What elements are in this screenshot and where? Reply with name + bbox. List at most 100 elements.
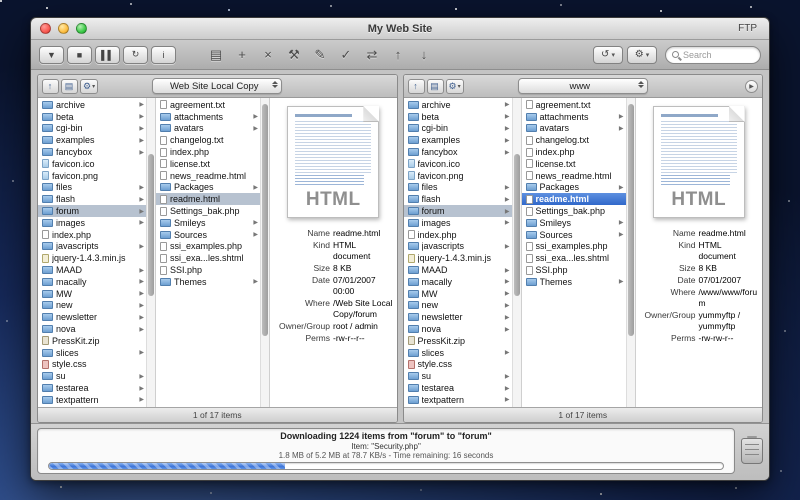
file-row[interactable]: Themes ▶: [156, 276, 260, 288]
file-row[interactable]: images ▶: [404, 217, 512, 229]
file-row[interactable]: ssi_exa...les.shtml: [156, 252, 260, 264]
file-row[interactable]: Sources ▶: [522, 229, 626, 241]
file-row[interactable]: attachments ▶: [156, 111, 260, 123]
file-row[interactable]: su ▶: [404, 370, 512, 382]
file-row[interactable]: archive ▶: [38, 99, 146, 111]
file-row[interactable]: beta ▶: [404, 111, 512, 123]
scrollbar[interactable]: [260, 98, 269, 407]
upload-arrow-button[interactable]: ↑: [42, 79, 59, 94]
stop-button[interactable]: ■: [67, 46, 92, 64]
delete-icon[interactable]: ×: [258, 45, 278, 65]
file-row[interactable]: favicon.ico: [38, 158, 146, 170]
file-row[interactable]: macally ▶: [404, 276, 512, 288]
file-row[interactable]: index.php: [156, 146, 260, 158]
file-row[interactable]: examples ▶: [404, 134, 512, 146]
file-row[interactable]: jquery-1.4.3.min.js: [404, 252, 512, 264]
file-row[interactable]: forum ▶: [404, 205, 512, 217]
file-row[interactable]: favicon.png: [38, 170, 146, 182]
file-row[interactable]: Sources ▶: [156, 229, 260, 241]
file-row[interactable]: index.php: [38, 229, 146, 241]
file-row[interactable]: javascripts ▶: [38, 241, 146, 253]
file-row[interactable]: ssi_exa...les.shtml: [522, 252, 626, 264]
search-field[interactable]: [665, 46, 761, 64]
pause-button[interactable]: ▌▌: [95, 46, 120, 64]
file-row[interactable]: cgi-bin ▶: [404, 123, 512, 135]
pane-actions-button[interactable]: ⚙▾: [80, 79, 98, 94]
file-row[interactable]: fancybox ▶: [404, 146, 512, 158]
scrollbar[interactable]: [626, 98, 635, 407]
file-row[interactable]: agreement.txt: [156, 99, 260, 111]
tasks-icon[interactable]: ✓: [336, 45, 356, 65]
history-menu-button[interactable]: ↺▾: [593, 46, 623, 64]
file-row[interactable]: files ▶: [404, 182, 512, 194]
file-row[interactable]: textpattern ▶: [404, 394, 512, 406]
file-row[interactable]: su ▶: [38, 370, 146, 382]
file-row[interactable]: Smileys ▶: [522, 217, 626, 229]
file-row[interactable]: Packages ▶: [522, 182, 626, 194]
file-row[interactable]: favicon.png: [404, 170, 512, 182]
remote-path-selector[interactable]: www: [518, 78, 648, 94]
actions-menu-button[interactable]: ⚙▾: [627, 46, 657, 64]
refresh-button[interactable]: ↻: [123, 46, 148, 64]
file-row[interactable]: news_readme.html: [522, 170, 626, 182]
scrollbar-thumb[interactable]: [262, 104, 268, 336]
file-row[interactable]: favicon.ico: [404, 158, 512, 170]
scrollbar-thumb[interactable]: [148, 154, 154, 296]
file-row[interactable]: Packages ▶: [156, 182, 260, 194]
file-row[interactable]: license.txt: [522, 158, 626, 170]
edit-icon[interactable]: ✎: [310, 45, 330, 65]
file-row[interactable]: Themes ▶: [522, 276, 626, 288]
local-path-selector[interactable]: Web Site Local Copy: [152, 78, 282, 94]
file-row[interactable]: index.php: [522, 146, 626, 158]
titlebar[interactable]: My Web Site FTP: [31, 18, 769, 40]
file-row[interactable]: SSI.php: [522, 264, 626, 276]
file-row[interactable]: MAAD ▶: [38, 264, 146, 276]
file-row[interactable]: files ▶: [38, 182, 146, 194]
file-row[interactable]: nova ▶: [38, 323, 146, 335]
file-row[interactable]: PressKit.zip: [38, 335, 146, 347]
file-row[interactable]: fancybox ▶: [38, 146, 146, 158]
file-row[interactable]: readme.html: [522, 193, 626, 205]
file-row[interactable]: forum ▶: [38, 205, 146, 217]
file-row[interactable]: attachments ▶: [522, 111, 626, 123]
search-input[interactable]: [683, 50, 754, 60]
folders-button[interactable]: ▤: [427, 79, 444, 94]
file-row[interactable]: beta ▶: [38, 111, 146, 123]
file-row[interactable]: flash ▶: [38, 193, 146, 205]
file-row[interactable]: images ▶: [38, 217, 146, 229]
file-row[interactable]: testarea ▶: [404, 382, 512, 394]
file-row[interactable]: license.txt: [156, 158, 260, 170]
file-row[interactable]: index.php: [404, 229, 512, 241]
file-row[interactable]: macally ▶: [38, 276, 146, 288]
file-row[interactable]: style.css: [38, 359, 146, 371]
file-row[interactable]: Smileys ▶: [156, 217, 260, 229]
file-row[interactable]: avatars ▶: [156, 123, 260, 135]
download-icon[interactable]: ↓: [414, 45, 434, 65]
file-row[interactable]: wiki ▶: [404, 406, 512, 408]
file-row[interactable]: jquery-1.4.3.min.js: [38, 252, 146, 264]
file-row[interactable]: ssi_examples.php: [156, 241, 260, 253]
go-button[interactable]: ▶: [745, 80, 758, 93]
go-transfer-button[interactable]: ▼: [39, 46, 64, 64]
file-row[interactable]: textpattern ▶: [38, 394, 146, 406]
upload-icon[interactable]: ↑: [388, 45, 408, 65]
file-row[interactable]: readme.html: [156, 193, 260, 205]
scrollbar-thumb[interactable]: [514, 154, 520, 296]
file-row[interactable]: MW ▶: [404, 288, 512, 300]
file-row[interactable]: slices ▶: [38, 347, 146, 359]
file-row[interactable]: new ▶: [38, 300, 146, 312]
file-row[interactable]: newsletter ▶: [38, 311, 146, 323]
file-row[interactable]: MW ▶: [38, 288, 146, 300]
file-row[interactable]: MAAD ▶: [404, 264, 512, 276]
file-row[interactable]: agreement.txt: [522, 99, 626, 111]
upload-arrow-button[interactable]: ↑: [408, 79, 425, 94]
file-row[interactable]: examples ▶: [38, 134, 146, 146]
file-row[interactable]: ssi_examples.php: [522, 241, 626, 253]
file-row[interactable]: nova ▶: [404, 323, 512, 335]
file-row[interactable]: testarea ▶: [38, 382, 146, 394]
info-button[interactable]: i: [151, 46, 176, 64]
file-row[interactable]: changelog.txt: [522, 134, 626, 146]
new-folder-icon[interactable]: +: [232, 45, 252, 65]
file-row[interactable]: PressKit.zip: [404, 335, 512, 347]
file-row[interactable]: archive ▶: [404, 99, 512, 111]
